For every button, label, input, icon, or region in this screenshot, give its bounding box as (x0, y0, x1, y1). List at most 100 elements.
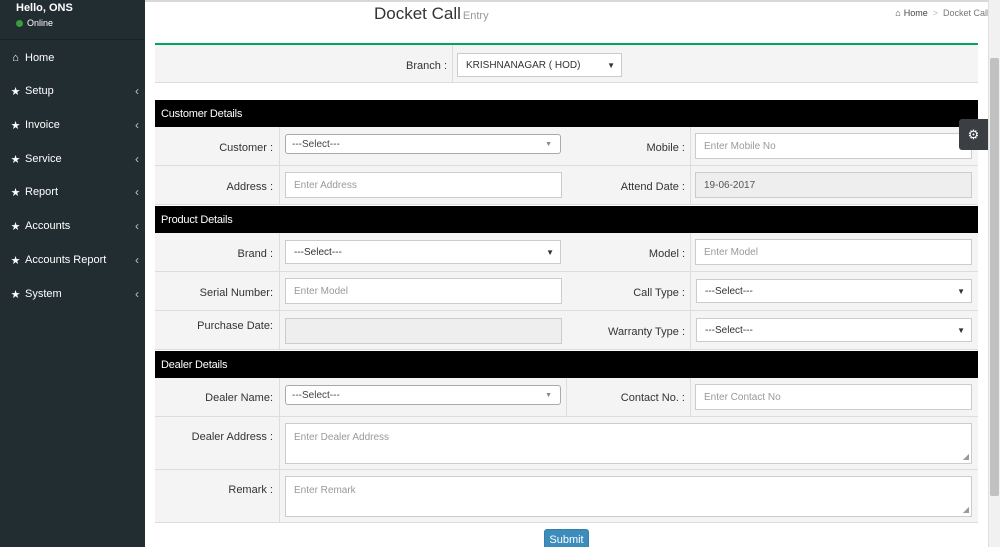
warranty-type-select-value: ---Select--- (705, 324, 753, 336)
online-status-icon (16, 19, 23, 27)
sidebar-item-setup[interactable]: ★ Setup ‹ (0, 80, 145, 102)
settings-gear-button[interactable]: ⚙ (959, 119, 988, 150)
customer-select-value: ---Select--- (292, 138, 340, 150)
product-details-header: Product Details (155, 206, 978, 233)
caret-down-icon: ▼ (546, 247, 554, 257)
user-status: Online (16, 18, 129, 28)
purchase-date-field[interactable] (285, 318, 562, 344)
sidebar-item-report[interactable]: ★ Report ‹ (0, 181, 145, 203)
breadcrumb: ⌂ Home > Docket Call (895, 8, 989, 18)
call-type-label: Call Type : (633, 287, 685, 299)
brand-select-value: ---Select--- (294, 246, 342, 258)
sidebar-item-label: Accounts (25, 220, 71, 232)
chevron-left-icon: ‹ (135, 287, 139, 301)
dealer-address-textarea[interactable]: Enter Dealer Address ◢ (285, 423, 972, 464)
page-subtitle: Entry (462, 10, 489, 22)
dealer-address-placeholder: Enter Dealer Address (294, 432, 390, 443)
serial-number-input[interactable]: Enter Model (285, 278, 562, 304)
breadcrumb-separator: > (932, 8, 938, 18)
chevron-left-icon: ‹ (135, 84, 139, 98)
dealer-name-select[interactable]: ---Select--- ▼ (285, 385, 561, 405)
chevron-left-icon: ‹ (135, 219, 139, 233)
user-status-label: Online (27, 18, 54, 28)
chevron-left-icon: ‹ (135, 152, 139, 166)
sidebar-item-accounts[interactable]: ★ Accounts ‹ (0, 215, 145, 237)
customer-select[interactable]: ---Select--- ▼ (285, 134, 561, 154)
sidebar-item-label: System (25, 288, 62, 300)
warranty-type-select[interactable]: ---Select--- ▼ (696, 318, 972, 342)
top-divider (145, 0, 1000, 2)
vertical-scrollbar[interactable] (988, 0, 1000, 547)
resize-grip-icon[interactable]: ◢ (963, 453, 969, 461)
submit-button[interactable]: Submit (544, 529, 589, 547)
branch-select[interactable]: KRISHNANAGAR ( HOD) ▼ (457, 53, 622, 77)
sidebar-item-label: Setup (25, 85, 54, 97)
remark-textarea[interactable]: Enter Remark ◢ (285, 476, 972, 517)
attend-date-value: 19-06-2017 (704, 179, 756, 191)
sidebar-item-label: Accounts Report (25, 254, 107, 266)
address-input[interactable]: Enter Address (285, 172, 562, 198)
page-title: Docket Call Entry (374, 4, 489, 24)
attend-date-field: 19-06-2017 (695, 172, 972, 198)
divider (690, 378, 691, 417)
scrollbar-thumb[interactable] (990, 58, 999, 496)
sidebar-item-invoice[interactable]: ★ Invoice ‹ (0, 114, 145, 136)
divider (279, 233, 280, 350)
mobile-label: Mobile : (646, 142, 685, 154)
chevron-left-icon: ‹ (135, 118, 139, 132)
contact-no-placeholder: Enter Contact No (704, 391, 781, 403)
remark-label: Remark : (228, 484, 273, 496)
caret-down-icon: ▼ (957, 325, 965, 335)
user-greeting: Hello, ONS (16, 2, 73, 14)
customer-label: Customer : (219, 142, 273, 154)
breadcrumb-current: Docket Call (942, 8, 989, 18)
chevron-left-icon: ‹ (135, 253, 139, 267)
brand-select[interactable]: ---Select--- ▼ (285, 240, 561, 264)
dealer-name-label: Dealer Name: (205, 392, 273, 404)
divider (690, 233, 691, 350)
divider (566, 378, 567, 417)
sidebar-item-service[interactable]: ★ Service ‹ (0, 148, 145, 170)
model-input[interactable]: Enter Model (695, 239, 972, 265)
sidebar-item-label: Home (25, 52, 55, 64)
model-placeholder: Enter Model (704, 246, 758, 258)
star-icon: ★ (10, 254, 21, 267)
docket-call-form: Branch : KRISHNANAGAR ( HOD) ▼ Customer … (155, 43, 978, 547)
dealer-details-header: Dealer Details (155, 351, 978, 378)
star-icon: ★ (10, 186, 21, 199)
purchase-date-label: Purchase Date: (197, 320, 273, 332)
address-placeholder: Enter Address (294, 179, 357, 191)
star-icon: ★ (10, 119, 21, 132)
chevron-left-icon: ‹ (135, 185, 139, 199)
brand-label: Brand : (237, 248, 273, 260)
star-icon: ★ (10, 288, 21, 301)
call-type-select[interactable]: ---Select--- ▼ (696, 279, 972, 303)
caret-down-icon: ▼ (607, 60, 615, 70)
caret-down-icon: ▼ (957, 286, 965, 296)
serial-number-placeholder: Enter Model (294, 285, 348, 297)
mobile-input[interactable]: Enter Mobile No (695, 133, 972, 159)
star-icon: ★ (10, 85, 21, 98)
attend-date-label: Attend Date : (620, 181, 685, 193)
sidebar-item-home[interactable]: ⌂ Home (0, 47, 145, 69)
resize-grip-icon[interactable]: ◢ (963, 506, 969, 514)
divider (279, 127, 280, 205)
sidebar-item-label: Report (25, 186, 59, 198)
contact-no-label: Contact No. : (620, 392, 685, 404)
star-icon: ★ (10, 153, 21, 166)
breadcrumb-home-link[interactable]: Home (904, 8, 928, 18)
sidebar-item-system[interactable]: ★ System ‹ (0, 283, 145, 305)
gear-icon: ⚙ (967, 126, 980, 142)
home-icon: ⌂ (12, 52, 19, 64)
branch-label: Branch : (406, 60, 447, 72)
dealer-address-label: Dealer Address : (191, 431, 273, 443)
home-icon: ⌂ (895, 8, 901, 18)
contact-no-input[interactable]: Enter Contact No (695, 384, 972, 410)
sidebar-item-accounts-report[interactable]: ★ Accounts Report ‹ (0, 249, 145, 271)
warranty-type-label: Warranty Type : (607, 326, 685, 338)
divider (452, 45, 453, 83)
branch-select-value: KRISHNANAGAR ( HOD) (466, 59, 581, 71)
divider (690, 127, 691, 205)
call-type-select-value: ---Select--- (705, 285, 753, 297)
caret-down-icon: ▼ (545, 391, 552, 399)
